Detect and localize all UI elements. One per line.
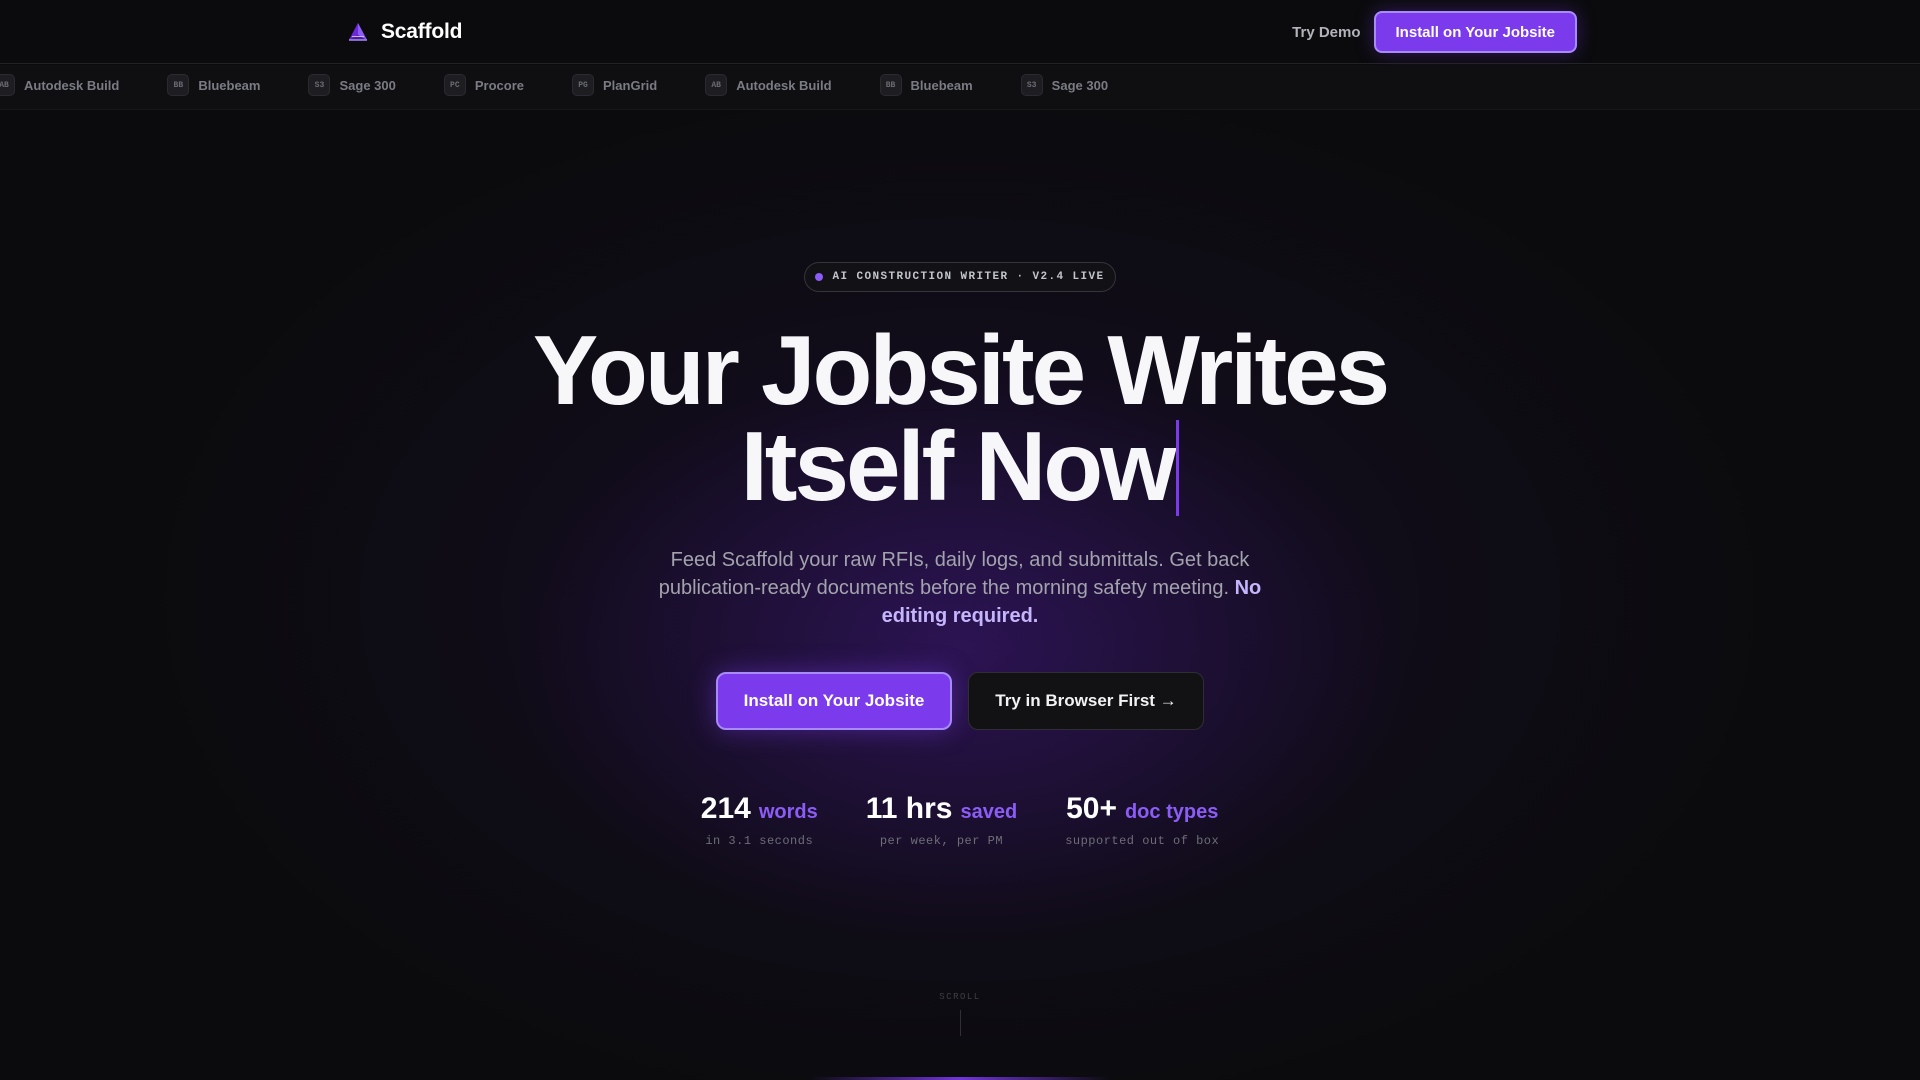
integration-item: AB Autodesk Build <box>0 74 119 96</box>
headline-line-2: Itself Now <box>460 417 1460 516</box>
stat-item: 11 hrs saved per week, per PM <box>866 792 1017 848</box>
hero-subtitle-text: Feed Scaffold your raw RFIs, daily logs,… <box>658 549 1250 599</box>
integration-item: AB Autodesk Build <box>705 74 832 96</box>
try-demo-link[interactable]: Try Demo <box>1292 24 1360 41</box>
integrations-strip: AB Autodesk Build BB Bluebeam S3 Sage 300 PC Pr… <box>0 65 1920 110</box>
scaffold-triangle-icon <box>349 23 367 41</box>
version-pill-text: AI CONSTRUCTION WRITER · V2.4 LIVE <box>832 271 1105 283</box>
landing-page: Scaffold Try Demo Install on Your Jobsit… <box>0 0 1920 1080</box>
brand[interactable]: Scaffold <box>347 18 462 46</box>
integration-name: PlanGrid <box>603 77 658 93</box>
integration-item: S3 Sage 300 <box>1020 74 1109 96</box>
integration-item: PG PlanGrid <box>572 74 657 96</box>
header-actions: Try Demo Install on Your Jobsite <box>1292 11 1577 53</box>
stat-value: 11 hrs <box>865 792 953 825</box>
version-pill: AI CONSTRUCTION WRITER · V2.4 LIVE <box>804 262 1116 292</box>
stat-main: 214 words <box>701 792 818 826</box>
install-button[interactable]: Install on Your Jobsite <box>716 672 952 730</box>
integration-name: Sage 300 <box>339 77 396 93</box>
brand-name: Scaffold <box>381 20 463 43</box>
cta-row: Install on Your Jobsite Try in Browser F… <box>716 672 1204 730</box>
integration-logo-icon: AB <box>705 74 728 96</box>
integration-logo-icon: PC <box>443 74 466 96</box>
stat-unit: doc types <box>1124 801 1219 823</box>
integration-logo-icon: BB <box>879 74 902 96</box>
integrations-track: AB Autodesk Build BB Bluebeam S3 Sage 300 PC Pr… <box>0 74 1108 96</box>
header-install-button[interactable]: Install on Your Jobsite <box>1373 11 1577 53</box>
integration-item: BB Bluebeam <box>167 74 260 96</box>
stat-value: 214 <box>700 792 751 825</box>
integration-name: Procore <box>474 77 524 93</box>
integration-item: PC Procore <box>443 74 524 96</box>
integration-name: Sage 300 <box>1051 77 1109 93</box>
integration-item: S3 Sage 300 <box>308 74 396 96</box>
integration-logo-icon: BB <box>167 74 190 96</box>
typing-caret <box>1176 420 1180 516</box>
integration-name: Autodesk Build <box>24 77 120 93</box>
stat-caption: per week, per PM <box>879 834 1004 848</box>
stat-caption: supported out of box <box>1065 834 1220 848</box>
scroll-line <box>959 1010 961 1036</box>
scroll-hint[interactable]: SCROLL <box>910 992 1010 1036</box>
stat-caption: in 3.1 seconds <box>705 834 814 848</box>
headline-line-2-text: Itself Now <box>740 411 1177 521</box>
site-header: Scaffold Try Demo Install on Your Jobsit… <box>0 0 1920 64</box>
integration-logo-icon: AB <box>0 74 15 96</box>
hero-headline: Your Jobsite Writes Itself Now <box>460 315 1460 516</box>
stat-main: 11 hrs saved <box>866 792 1017 826</box>
stat-value: 50+ <box>1066 792 1117 825</box>
stat-item: 214 words in 3.1 seconds <box>701 792 818 848</box>
integration-logo-icon: S3 <box>1020 74 1043 96</box>
integration-name: Bluebeam <box>910 77 973 93</box>
hero-subtitle: Feed Scaffold your raw RFIs, daily logs,… <box>640 546 1280 630</box>
stats-row: 214 words in 3.1 seconds 11 hrs saved per wee… <box>0 792 1920 848</box>
stat-main: 50+ doc types <box>1066 792 1218 826</box>
integration-logo-icon: S3 <box>308 74 331 96</box>
headline-line-1: Your Jobsite Writes <box>532 315 1390 425</box>
integration-name: Bluebeam <box>198 77 261 93</box>
live-dot-icon <box>815 273 824 281</box>
scroll-label: SCROLL <box>939 992 981 1002</box>
integration-name: Autodesk Build <box>736 77 832 93</box>
stat-unit: saved <box>960 801 1018 823</box>
integration-item: BB Bluebeam <box>879 74 973 96</box>
integration-logo-icon: PG <box>572 74 594 96</box>
stat-item: 50+ doc types supported out of box <box>1065 792 1219 848</box>
try-in-browser-button[interactable]: Try in Browser First → <box>968 672 1204 730</box>
stat-unit: words <box>758 801 818 823</box>
